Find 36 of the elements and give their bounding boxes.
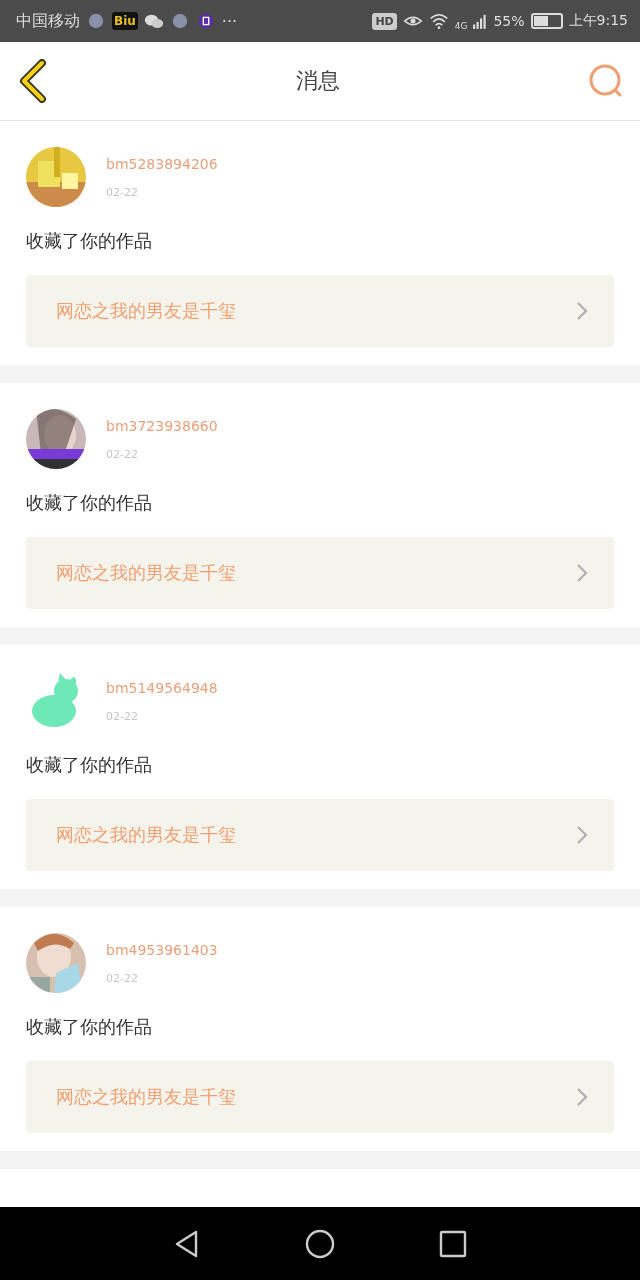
recents-nav-icon[interactable]	[438, 1228, 469, 1259]
back-icon[interactable]	[18, 59, 48, 103]
username[interactable]: bm4953961403	[106, 941, 218, 958]
battery-icon	[530, 13, 563, 29]
username[interactable]: bm3723938660	[106, 417, 218, 434]
message-date: 02-22	[106, 709, 139, 723]
signal-icon	[473, 12, 488, 30]
home-nav-icon[interactable]	[305, 1228, 335, 1259]
username[interactable]: bm5149564948	[106, 679, 218, 696]
chevron-right-icon	[576, 563, 588, 583]
work-link[interactable]: 网恋之我的男友是千玺	[26, 1061, 614, 1133]
hd-badge: HD	[372, 12, 397, 30]
username[interactable]: bm5283894206	[106, 155, 218, 172]
message-date: 02-22	[106, 185, 139, 199]
page-title: 消息	[296, 67, 340, 95]
work-link[interactable]: 网恋之我的男友是千玺	[26, 537, 614, 609]
message-text: 收藏了你的作品	[26, 1015, 153, 1039]
network-type: 4G	[454, 21, 468, 31]
chevron-right-icon	[576, 825, 588, 845]
clock: 上午9:15	[568, 12, 628, 30]
chevron-right-icon	[576, 1087, 588, 1107]
wifi-icon	[428, 12, 449, 30]
chat-icon	[143, 12, 164, 30]
app-icon	[86, 12, 106, 30]
message-text: 收藏了你的作品	[26, 753, 153, 777]
more-indicator: ···	[221, 11, 238, 31]
message-date: 02-22	[106, 447, 139, 461]
work-link[interactable]: 网恋之我的男友是千玺	[26, 799, 614, 871]
battery-percent: 55%	[493, 13, 525, 29]
work-link[interactable]: 网恋之我的男友是千玺	[26, 275, 614, 347]
message-date: 02-22	[106, 971, 139, 985]
carrier-name: 中国移动	[16, 10, 80, 32]
message-text: 收藏了你的作品	[26, 491, 153, 515]
app-icon: Biu	[112, 12, 138, 30]
message-text: 收藏了你的作品	[26, 229, 153, 253]
chevron-right-icon	[576, 301, 588, 321]
